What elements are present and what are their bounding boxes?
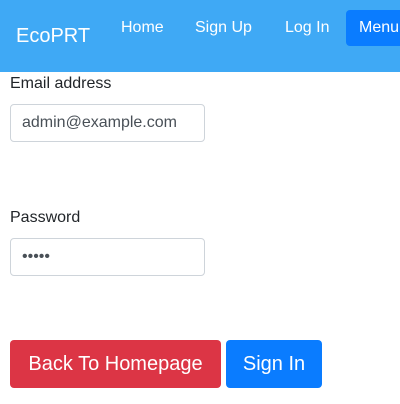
navbar: EcoPRT Home Sign Up Log In Menu <box>0 0 400 72</box>
password-label: Password <box>10 209 81 226</box>
email-field[interactable] <box>10 104 205 142</box>
nav-link-sign-up[interactable]: Sign Up <box>195 18 252 38</box>
nav-link-log-in[interactable]: Log In <box>285 18 329 38</box>
email-label: Email address <box>10 75 112 92</box>
brand-logo-text[interactable]: EcoPRT <box>16 24 90 48</box>
password-field[interactable] <box>10 238 205 276</box>
back-to-homepage-button[interactable]: Back To Homepage <box>10 340 221 388</box>
nav-link-home[interactable]: Home <box>121 18 164 38</box>
sign-in-button[interactable]: Sign In <box>226 340 322 388</box>
menu-button[interactable]: Menu <box>346 10 400 46</box>
